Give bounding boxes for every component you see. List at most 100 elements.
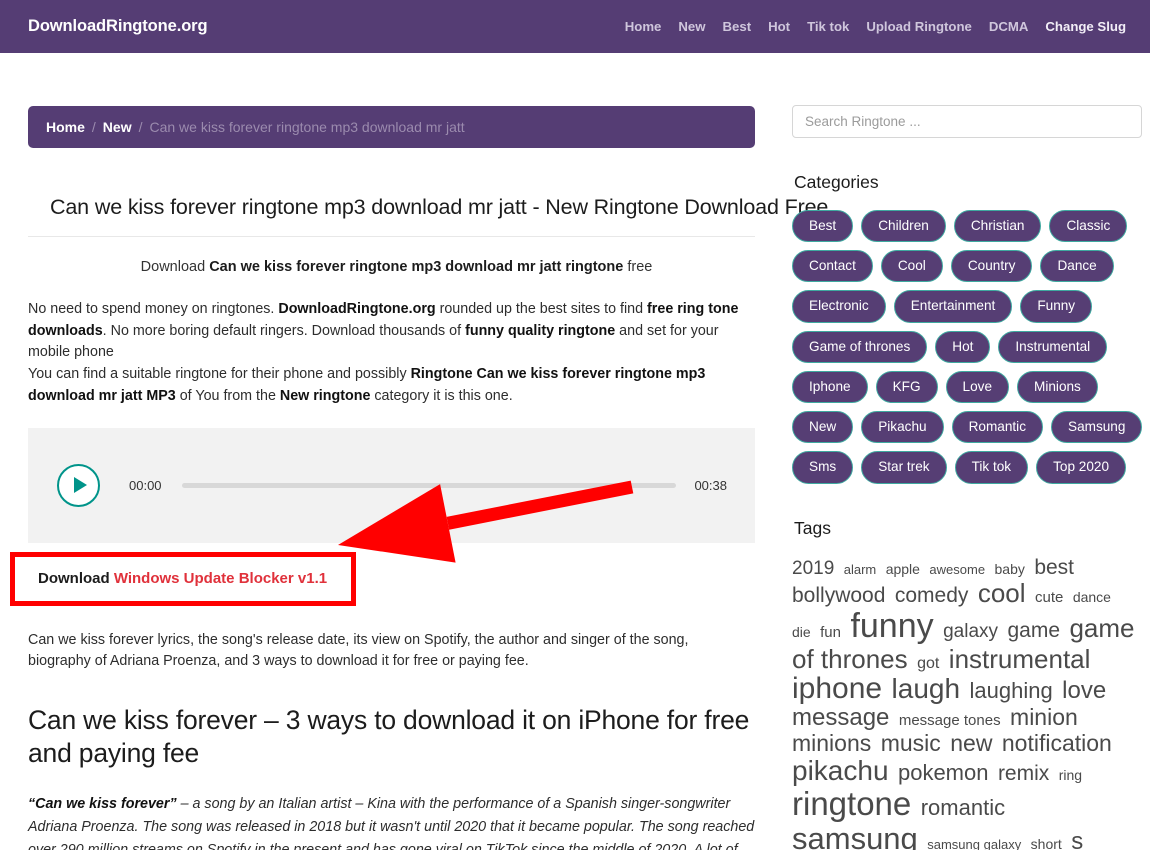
tag-link[interactable]: got (917, 655, 939, 672)
category-pill[interactable]: Tik tok (954, 451, 1029, 484)
lead-paragraph: Can we kiss forever lyrics, the song's r… (28, 631, 689, 670)
category-pill[interactable]: Hot (935, 330, 991, 363)
tag-link[interactable]: samsung galaxy (927, 837, 1021, 850)
tag-link[interactable]: s (1071, 828, 1083, 850)
tag-link[interactable]: laughing (970, 678, 1053, 703)
tag-link[interactable]: ring (1059, 767, 1082, 783)
nav-item-upload-ringtone[interactable]: Upload Ringtone (866, 19, 972, 34)
tag-link[interactable]: minion (1010, 704, 1078, 730)
current-time: 00:00 (129, 477, 162, 493)
tag-link[interactable]: best (1034, 556, 1074, 579)
category-pill[interactable]: Love (945, 370, 1010, 404)
category-pill[interactable]: Dance (1040, 250, 1114, 283)
tag-link[interactable]: iphone (792, 672, 882, 705)
search-input[interactable] (792, 105, 1142, 138)
tag-link[interactable]: awesome (929, 562, 985, 577)
tag-link[interactable]: message tones (899, 712, 1001, 729)
breadcrumb-home[interactable]: Home (46, 119, 85, 135)
progress-slider[interactable] (181, 482, 677, 488)
tag-link[interactable]: new (950, 730, 992, 756)
tag-link[interactable]: romantic (921, 795, 1005, 820)
category-pill[interactable]: Iphone (792, 370, 868, 404)
tag-link[interactable]: 2019 (792, 558, 834, 579)
tag-link[interactable]: message (792, 704, 889, 731)
nav-item-home[interactable]: Home (625, 19, 662, 34)
subline-suffix: free (623, 259, 653, 275)
tag-link[interactable]: short (1031, 836, 1062, 850)
breadcrumb-current: Can we kiss forever ringtone mp3 downloa… (149, 119, 465, 135)
nav-item-dcma[interactable]: DCMA (989, 19, 1029, 34)
category-pill[interactable]: Entertainment (893, 290, 1013, 323)
tag-link[interactable]: instrumental (949, 644, 1091, 674)
tag-link[interactable]: music (881, 730, 941, 756)
tag-link[interactable]: baby (995, 561, 1025, 577)
category-pill-list: Best Children Christian Classic Contact Cool C… (792, 210, 1144, 484)
tag-link[interactable]: apple (886, 561, 920, 577)
tag-link[interactable]: cute (1035, 589, 1063, 606)
category-pill[interactable]: Classic (1049, 210, 1128, 243)
p1-e: . No more boring default ringers. Downlo… (102, 322, 466, 339)
song-description-paragraph: “Can we kiss forever” – a song by an Ita… (28, 793, 755, 850)
nav-item-new[interactable]: New (678, 19, 705, 34)
tag-link[interactable]: funny (850, 607, 933, 645)
tag-link[interactable]: laugh (892, 673, 961, 704)
category-pill[interactable]: Funny (1020, 290, 1093, 323)
category-pill[interactable]: Christian (953, 210, 1042, 243)
category-pill[interactable]: KFG (875, 370, 938, 404)
categories-heading: Categories (794, 172, 879, 192)
p2-c: of You from the (175, 387, 280, 404)
tag-link[interactable]: love (1062, 677, 1106, 704)
category-pill[interactable]: Sms (792, 451, 854, 484)
play-triangle (74, 477, 87, 494)
category-pill[interactable]: Contact (792, 250, 873, 283)
category-pill[interactable]: Samsung (1051, 411, 1143, 444)
tag-link[interactable]: pikachu (792, 755, 889, 786)
category-pill[interactable]: Electronic (792, 290, 886, 323)
download-link[interactable]: Windows Update Blocker v1.1 (114, 570, 327, 587)
intro-paragraph-1: No need to spend money on ringtones. Dow… (28, 299, 755, 364)
category-pill[interactable]: Cool (880, 250, 943, 283)
category-pill[interactable]: Top 2020 (1036, 451, 1127, 484)
category-pill[interactable]: Minions (1017, 370, 1098, 404)
nav-item-hot[interactable]: Hot (768, 19, 790, 34)
song-title-quoted: “Can we kiss forever” (28, 795, 177, 812)
tag-link[interactable]: alarm (844, 562, 877, 577)
tag-link[interactable]: ringtone (792, 785, 911, 822)
breadcrumb-new[interactable]: New (103, 119, 132, 135)
tag-link[interactable]: dance (1073, 589, 1111, 605)
page-title: Can we kiss forever ringtone mp3 downloa… (28, 195, 828, 237)
category-pill[interactable]: Romantic (951, 411, 1043, 444)
tag-link[interactable]: samsung (792, 821, 918, 850)
category-pill[interactable]: Pikachu (861, 411, 944, 444)
nav-item-change-slug[interactable]: Change Slug (1045, 19, 1126, 34)
tag-link[interactable]: galaxy (943, 621, 998, 642)
tag-link[interactable]: pokemon (898, 760, 989, 785)
category-pill[interactable]: New (792, 411, 854, 444)
category-pill[interactable]: Game of thrones (792, 330, 928, 363)
category-pill[interactable]: Best (792, 210, 854, 243)
breadcrumb-separator-2: / (138, 119, 143, 135)
page-body: Home / New / Can we kiss forever rington… (0, 53, 1150, 850)
tag-link[interactable]: comedy (895, 584, 969, 607)
nav-item-best[interactable]: Best (723, 19, 752, 34)
tag-link[interactable]: minions (792, 730, 871, 756)
category-pill[interactable]: Children (861, 210, 946, 243)
download-callout: Download Windows Update Blocker v1.1 (10, 551, 357, 606)
subline-bold: Can we kiss forever ringtone mp3 downloa… (209, 259, 624, 275)
tag-link[interactable]: remix (998, 762, 1049, 785)
download-label: Download (38, 569, 114, 587)
tag-link[interactable]: bollywood (792, 584, 885, 607)
site-brand[interactable]: DownloadRingtone.org (28, 17, 208, 36)
tag-link[interactable]: game (1007, 619, 1060, 642)
p2-a: You can find a suitable ringtone for the… (28, 366, 411, 383)
tag-link[interactable]: cool (978, 578, 1026, 608)
tag-link[interactable]: fun (820, 624, 841, 641)
tag-link[interactable]: notification (1002, 730, 1112, 756)
play-icon[interactable] (57, 463, 100, 507)
audio-player: 00:00 00:38 (28, 427, 755, 543)
category-pill[interactable]: Country (950, 250, 1033, 283)
category-pill[interactable]: Star trek (861, 451, 947, 484)
nav-item-tiktok[interactable]: Tik tok (807, 19, 849, 34)
tag-link[interactable]: die (792, 624, 811, 640)
category-pill[interactable]: Instrumental (998, 330, 1108, 363)
